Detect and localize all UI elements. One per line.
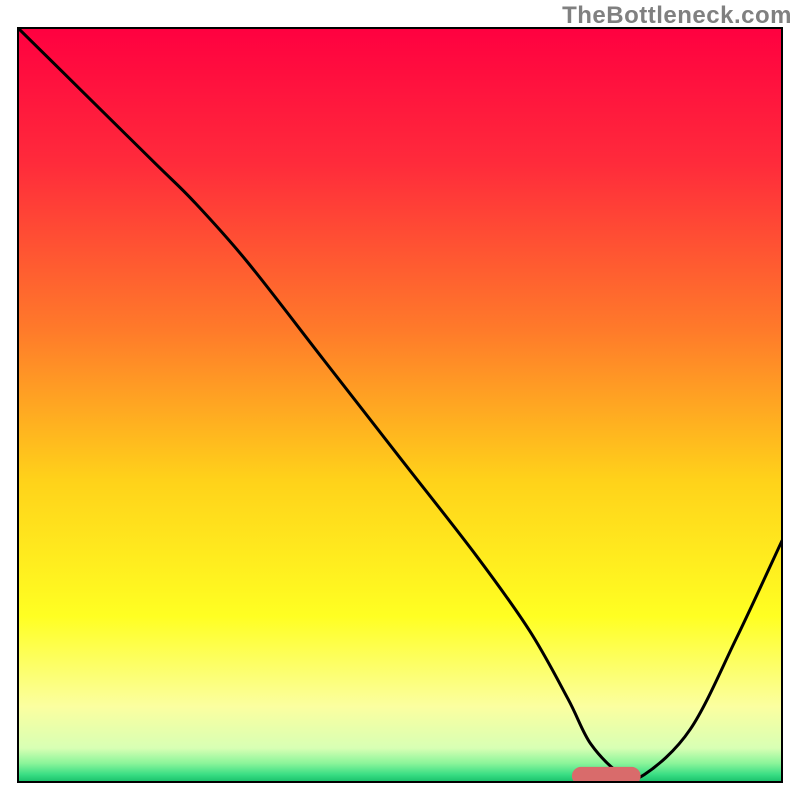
chart-svg	[0, 0, 800, 800]
chart-stage: TheBottleneck.com	[0, 0, 800, 800]
watermark-text: TheBottleneck.com	[562, 2, 792, 30]
